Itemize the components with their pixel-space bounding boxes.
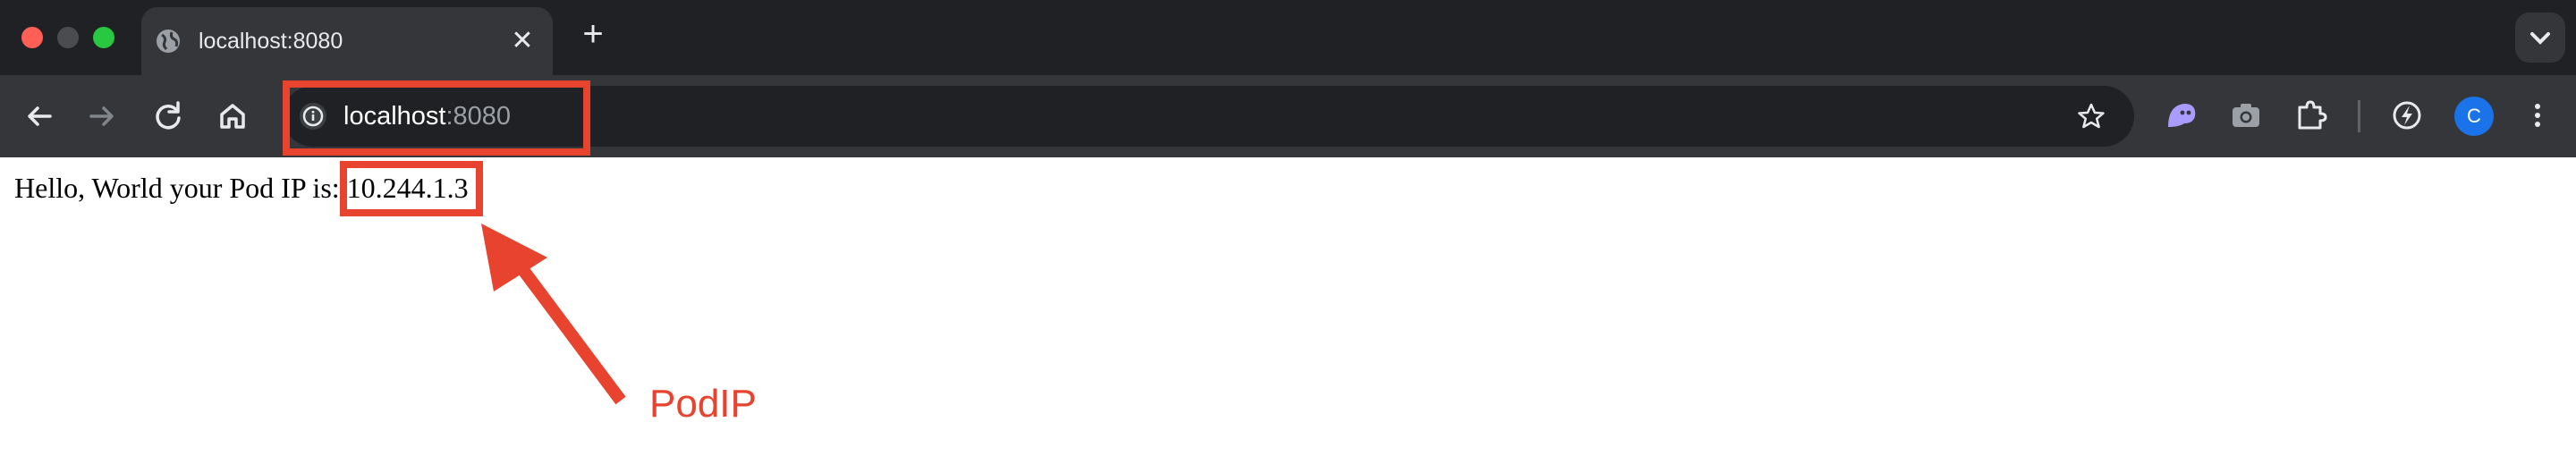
annotation-label: PodIP xyxy=(649,382,757,426)
annotation-arrow xyxy=(481,224,626,405)
